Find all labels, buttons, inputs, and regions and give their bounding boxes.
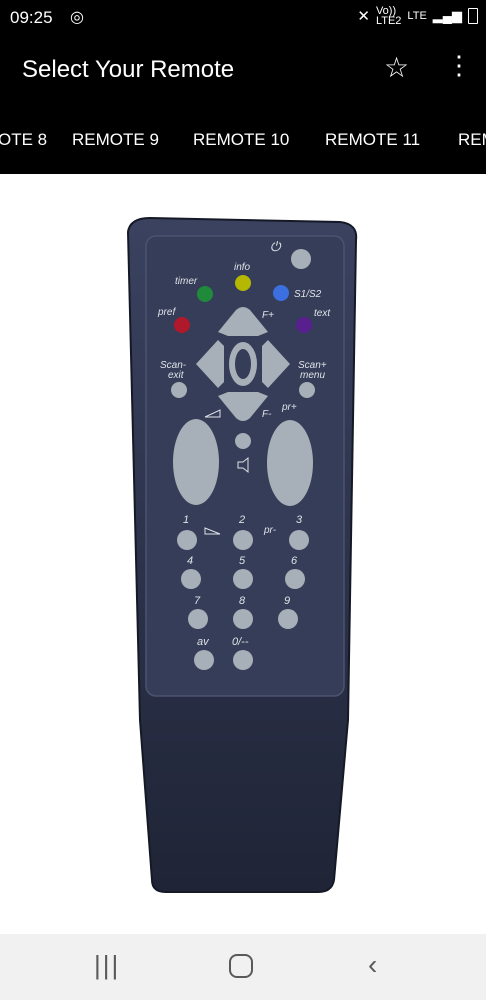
digit-4-button[interactable] xyxy=(181,569,201,589)
s1s2-button-blue[interactable] xyxy=(273,285,289,301)
home-icon[interactable] xyxy=(229,954,253,978)
timer-label: timer xyxy=(175,276,198,287)
remote-view: ⏻ timer info S1/S2 pref text F+ F- Scan-… xyxy=(0,174,486,934)
digit-1-label: 1 xyxy=(183,514,189,526)
text-button-purple[interactable] xyxy=(296,317,312,333)
digit-8-button[interactable] xyxy=(233,609,253,629)
status-bar: 09:25 ◎ ✕ Vo)) LTE2 LTE ▂▄▆ xyxy=(0,0,486,36)
status-time: 09:25 xyxy=(10,8,53,27)
digit-6-button[interactable] xyxy=(285,569,305,589)
digit-4-label: 4 xyxy=(187,555,193,567)
dpad-ok-inner xyxy=(235,349,251,379)
pr-minus-label: pr- xyxy=(263,525,277,536)
digit-6-label: 6 xyxy=(291,555,298,567)
s1s2-label: S1/S2 xyxy=(294,289,322,300)
tab-remote-10[interactable]: REMOTE 10 xyxy=(193,130,289,150)
timer-button-green[interactable] xyxy=(197,286,213,302)
back-icon[interactable]: ‹ xyxy=(368,951,377,979)
status-icons: ✕ Vo)) LTE2 LTE ▂▄▆ xyxy=(357,6,478,27)
volte-indicator: Vo)) LTE2 xyxy=(375,6,402,27)
digit-9-label: 9 xyxy=(284,595,290,607)
battery-icon xyxy=(468,8,478,24)
info-button-yellow[interactable] xyxy=(235,275,251,291)
scan-menu-label-2: menu xyxy=(300,370,325,381)
zero-label: 0/-- xyxy=(232,636,249,648)
text-label: text xyxy=(314,308,331,319)
star-icon[interactable]: ☆ xyxy=(384,54,409,82)
tab-remote-9[interactable]: REMOTE 9 xyxy=(72,130,159,150)
digit-7-button[interactable] xyxy=(188,609,208,629)
power-label: ⏻ xyxy=(270,239,282,254)
recents-icon[interactable]: ||| xyxy=(94,952,120,978)
more-vert-icon[interactable]: ⋮ xyxy=(446,50,472,80)
digit-5-button[interactable] xyxy=(233,569,253,589)
tab-remote-8[interactable]: OTE 8 xyxy=(0,130,47,150)
power-button[interactable] xyxy=(291,249,311,269)
program-rocker[interactable] xyxy=(267,420,313,506)
av-label: av xyxy=(197,636,210,648)
f-plus-label: F+ xyxy=(262,310,274,321)
digit-7-label: 7 xyxy=(194,595,201,607)
digit-9-button[interactable] xyxy=(278,609,298,629)
mute-button[interactable] xyxy=(235,433,251,449)
scan-menu-button[interactable] xyxy=(299,382,315,398)
page-title: Select Your Remote xyxy=(22,56,235,83)
f-minus-label: F- xyxy=(262,409,272,420)
digit-8-label: 8 xyxy=(239,595,246,607)
digit-3-button[interactable] xyxy=(289,530,309,550)
pref-label: pref xyxy=(157,307,176,318)
app-bar: Select Your Remote ☆ ⋮ xyxy=(0,36,486,106)
remote-tabs: OTE 8 REMOTE 9 REMOTE 10 REMOTE 11 REM xyxy=(0,106,486,174)
digit-1-button[interactable] xyxy=(177,530,197,550)
volume-rocker[interactable] xyxy=(173,419,219,505)
pref-button-red[interactable] xyxy=(174,317,190,333)
av-button[interactable] xyxy=(194,650,214,670)
digit-0-button[interactable] xyxy=(233,650,253,670)
pr-plus-label: pr+ xyxy=(281,402,297,413)
scan-exit-label-2: exit xyxy=(168,370,185,381)
info-label: info xyxy=(234,262,251,273)
digit-5-label: 5 xyxy=(239,555,246,567)
digit-3-label: 3 xyxy=(296,514,303,526)
digit-2-label: 2 xyxy=(238,514,245,526)
system-nav-bar: ||| ‹ xyxy=(0,934,486,1000)
signal-icon: ▂▄▆ xyxy=(432,8,462,23)
remote-control: ⏻ timer info S1/S2 pref text F+ F- Scan-… xyxy=(126,216,358,893)
tab-remote-11[interactable]: REMOTE 11 xyxy=(325,130,420,150)
lte-label: LTE xyxy=(407,10,427,22)
digit-2-button[interactable] xyxy=(233,530,253,550)
mute-icon: ✕ xyxy=(357,8,370,25)
sync-icon: ◎ xyxy=(70,9,84,26)
tab-remote-12[interactable]: REM xyxy=(458,130,486,150)
lte2-label: LTE2 xyxy=(375,15,402,27)
scan-exit-button[interactable] xyxy=(171,382,187,398)
